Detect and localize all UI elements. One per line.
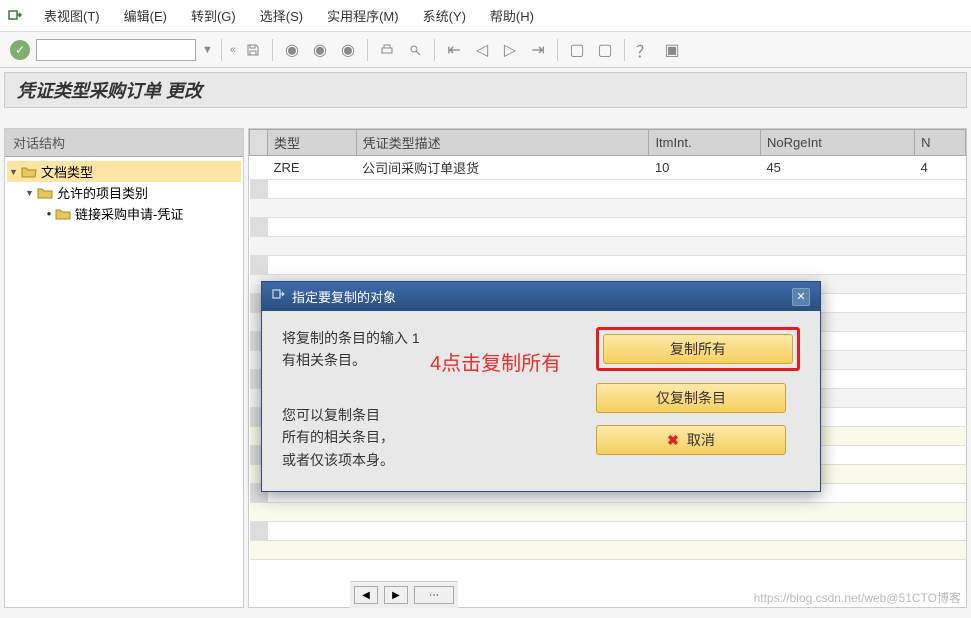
col-extra[interactable]: N [915,130,966,156]
cancel-x-icon: ✖ [667,432,679,449]
page-title: 凭证类型采购订单 更改 [17,77,202,103]
menu-select[interactable]: 选择(S) [248,2,315,29]
watermark: https://blog.csdn.net/web@51CTO博客 [754,589,961,606]
annotation-highlight: 复制所有 [596,327,800,371]
dialog-title-text: 指定要复制的对象 [292,287,396,306]
create-session-icon[interactable]: ▢ [566,39,588,61]
scroll-left-button[interactable]: ◀ [354,586,378,604]
menu-utilities[interactable]: 实用程序(M) [315,2,411,29]
menu-help[interactable]: 帮助(H) [478,2,546,29]
divider [221,39,222,61]
tree-node-link-pr[interactable]: • 链接采购申请-凭证 [7,203,241,224]
divider [624,39,625,61]
table-row[interactable]: ZRE 公司间采购订单退货 10 45 4 [250,156,966,180]
help-icon[interactable]: ？ [633,39,655,61]
menu-goto[interactable]: 转到(G) [179,2,248,29]
select-col-header[interactable] [250,130,268,156]
enter-icon[interactable]: ✓ [10,40,30,60]
combo-dropdown-icon[interactable]: ▼ [202,44,213,56]
nav-next-icon[interactable]: ▷ [499,39,521,61]
cell-type[interactable]: ZRE [268,156,357,180]
dialog-structure-tree: 对话结构 ▼ 文档类型 ▼ 允许的项目类别 • 链接采购申请-凭证 [4,128,244,608]
print-icon[interactable] [376,39,398,61]
settings-icon[interactable]: ▣ [661,39,683,61]
nav-first-icon[interactable]: ⇤ [443,39,465,61]
copy-objects-dialog: 指定要复制的对象 ✕ 将复制的条目的输入 1 有相关条目。 您可以复制条目 所有… [261,281,821,492]
cancel-button[interactable]: ✖ 取消 [596,425,786,455]
cell-extra[interactable]: 4 [915,156,966,180]
divider [434,39,435,61]
back-icon[interactable]: ◉ [281,39,303,61]
tree-node-label: 链接采购申请-凭证 [75,204,183,223]
expand-toggle-icon[interactable]: ▼ [25,188,37,198]
row-selector[interactable] [250,156,268,180]
shortcut-icon[interactable]: ▢ [594,39,616,61]
menu-launcher-icon[interactable] [6,7,24,25]
bullet-icon: • [43,206,55,221]
copy-all-button[interactable]: 复制所有 [603,334,793,364]
cell-desc[interactable]: 公司间采购订单退货 [356,156,649,180]
col-itmint[interactable]: ItmInt. [649,130,761,156]
menu-system[interactable]: 系统(Y) [411,2,478,29]
tree-node-itemcat[interactable]: ▼ 允许的项目类别 [7,182,241,203]
annotation-text: 4点击复制所有 [430,347,561,376]
nav-last-icon[interactable]: ⇥ [527,39,549,61]
exit-icon[interactable]: ◉ [309,39,331,61]
cancel-icon[interactable]: ◉ [337,39,359,61]
dialog-launcher-icon [272,289,286,304]
folder-icon [37,186,53,200]
find-icon[interactable] [404,39,426,61]
dialog-close-button[interactable]: ✕ [792,288,810,306]
divider [367,39,368,61]
scroll-right-button[interactable]: ▶ [384,586,408,604]
chevrons-icon: « [230,44,236,56]
col-norgeint[interactable]: NoRgeInt [760,130,914,156]
nav-prev-icon[interactable]: ◁ [471,39,493,61]
menu-edit[interactable]: 编辑(E) [112,2,179,29]
col-desc[interactable]: 凭证类型描述 [356,130,649,156]
save-icon[interactable] [242,39,264,61]
col-type[interactable]: 类型 [268,130,357,156]
divider [272,39,273,61]
tree-node-label: 允许的项目类别 [57,183,148,202]
divider [557,39,558,61]
tree-header: 对话结构 [5,129,243,157]
table-scroll-controls: ◀ ▶ ⋯ [350,581,458,608]
tree-node-label: 文档类型 [41,162,93,181]
cancel-label: 取消 [687,430,715,450]
cell-itm[interactable]: 10 [649,156,761,180]
tree-node-doctype[interactable]: ▼ 文档类型 [7,161,241,182]
folder-open-icon [21,165,37,179]
copy-entry-only-button[interactable]: 仅复制条目 [596,383,786,413]
menu-tableview[interactable]: 表视图(T) [32,2,112,29]
command-field[interactable] [36,39,196,61]
expand-toggle-icon[interactable]: ▼ [9,167,21,177]
cell-norge[interactable]: 45 [760,156,914,180]
folder-icon [55,207,71,221]
position-button[interactable]: ⋯ [414,586,454,604]
